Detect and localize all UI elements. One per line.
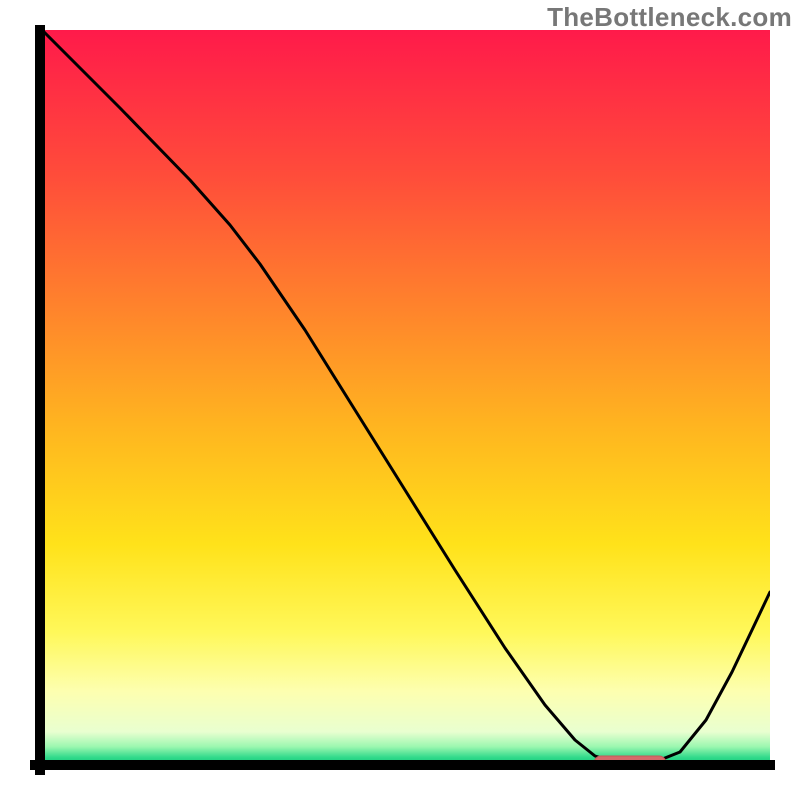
bottleneck-chart — [0, 0, 800, 800]
chart-container: TheBottleneck.com — [0, 0, 800, 800]
plot-area — [40, 30, 770, 770]
watermark-text: TheBottleneck.com — [547, 2, 792, 33]
